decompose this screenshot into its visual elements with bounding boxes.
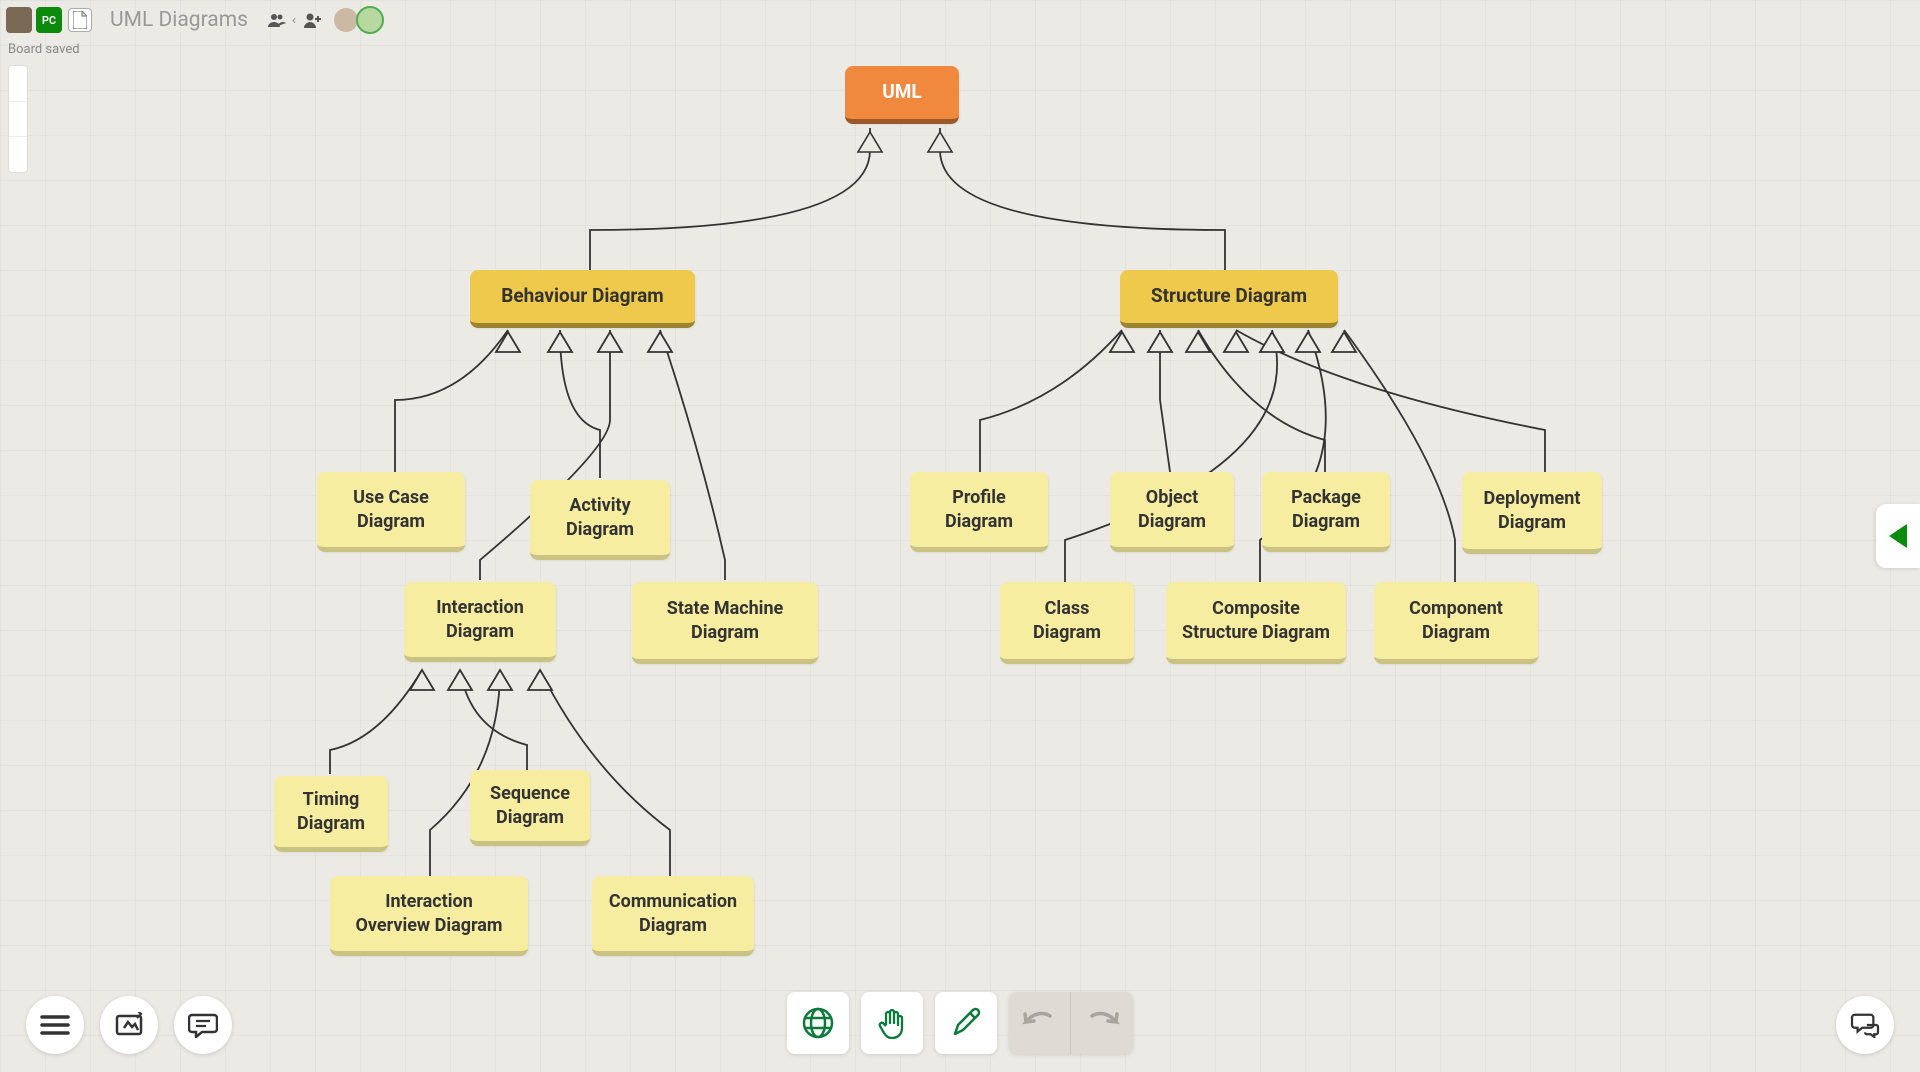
- node-timing[interactable]: Timing Diagram: [274, 776, 388, 852]
- node-profile[interactable]: Profile Diagram: [910, 472, 1048, 552]
- redo-button[interactable]: [1071, 992, 1133, 1054]
- node-interactionov[interactable]: Interaction Overview Diagram: [330, 876, 528, 956]
- avatar-user2[interactable]: PC: [36, 7, 62, 33]
- node-composite[interactable]: Composite Structure Diagram: [1166, 582, 1346, 664]
- node-deployment[interactable]: Deployment Diagram: [1462, 472, 1602, 554]
- node-class[interactable]: Class Diagram: [1000, 582, 1134, 664]
- people-icon[interactable]: [266, 9, 288, 31]
- node-activity[interactable]: Activity Diagram: [530, 480, 670, 560]
- header-bar: PC UML Diagrams ‹‹: [6, 6, 384, 34]
- node-behaviour[interactable]: Behaviour Diagram: [470, 270, 695, 328]
- add-user-icon[interactable]: [302, 9, 324, 31]
- avatar-user1[interactable]: [6, 7, 32, 33]
- export-button[interactable]: [100, 996, 158, 1054]
- canvas[interactable]: UML Behaviour Diagram Structure Diagram …: [0, 0, 1920, 1072]
- node-communication[interactable]: Communication Diagram: [592, 876, 754, 956]
- file-icon[interactable]: [68, 8, 92, 32]
- right-panel-toggle[interactable]: [1876, 504, 1920, 568]
- menu-button[interactable]: [26, 996, 84, 1054]
- board-title[interactable]: UML Diagrams: [110, 8, 248, 32]
- node-statemachine[interactable]: State Machine Diagram: [632, 582, 818, 664]
- node-object[interactable]: Object Diagram: [1110, 472, 1234, 552]
- tool-pencil[interactable]: [935, 992, 997, 1054]
- node-sequence[interactable]: Sequence Diagram: [470, 770, 590, 846]
- tool-globe[interactable]: [787, 992, 849, 1054]
- tool-hand[interactable]: [861, 992, 923, 1054]
- collaborator-2[interactable]: [356, 6, 384, 34]
- node-package[interactable]: Package Diagram: [1262, 472, 1390, 552]
- node-structure[interactable]: Structure Diagram: [1120, 270, 1338, 328]
- node-usecase[interactable]: Use Case Diagram: [317, 472, 465, 552]
- left-panel-tabs[interactable]: [8, 65, 28, 173]
- node-component[interactable]: Component Diagram: [1374, 582, 1538, 664]
- triangle-left-icon: [1889, 524, 1907, 548]
- undo-redo-group: [1009, 992, 1133, 1054]
- comment-button[interactable]: [174, 996, 232, 1054]
- node-interaction[interactable]: Interaction Diagram: [404, 582, 556, 662]
- node-uml[interactable]: UML: [845, 66, 959, 124]
- undo-button[interactable]: [1009, 992, 1071, 1054]
- chat-button[interactable]: [1836, 996, 1894, 1054]
